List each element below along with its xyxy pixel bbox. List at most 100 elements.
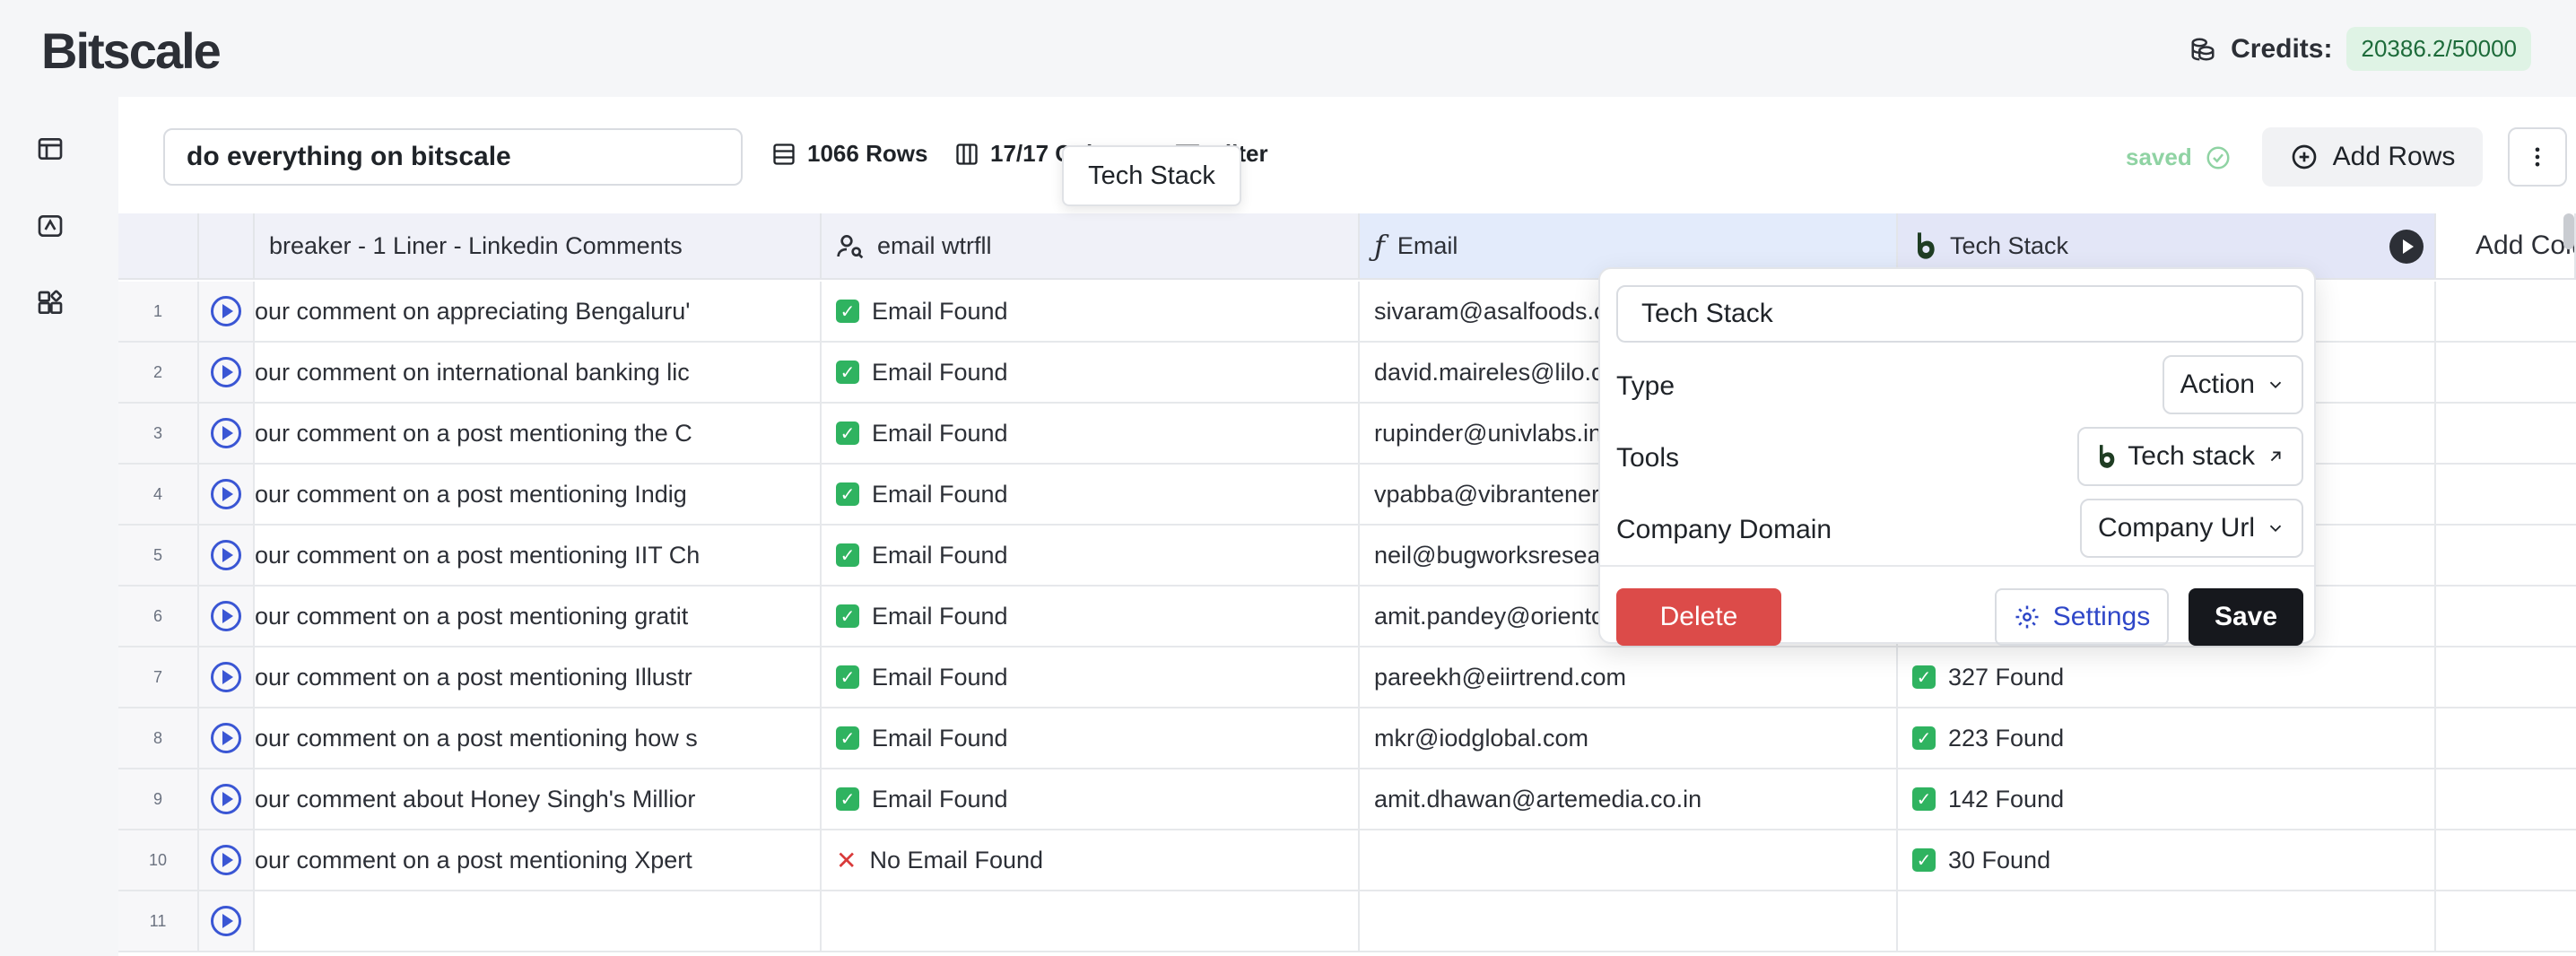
check-icon: ✓ <box>836 300 859 323</box>
chevron-down-icon <box>2269 525 2282 533</box>
email-wtrfll-cell[interactable]: ✓ Email Found <box>822 587 1360 646</box>
row-number: 1 <box>118 282 199 341</box>
table-icon[interactable] <box>36 135 65 163</box>
type-select[interactable]: Action <box>2162 355 2303 414</box>
add-rows-button[interactable]: Add Rows <box>2262 127 2483 187</box>
play-circle-icon <box>211 540 241 570</box>
run-row-button[interactable] <box>199 830 255 890</box>
check-icon: ✓ <box>1912 848 1936 872</box>
run-row-button[interactable] <box>199 587 255 646</box>
icebreaker-cell[interactable]: our comment on international banking lic <box>255 343 822 402</box>
popover-divider <box>1600 565 2314 567</box>
email-status: Email Found <box>872 663 1008 691</box>
header-email-wtrfll[interactable]: email wtrfll <box>822 213 1360 280</box>
email-cell[interactable]: mkr@iodglobal.com <box>1360 708 1898 768</box>
email-wtrfll-cell[interactable]: ✓ Email Found <box>822 769 1360 829</box>
company-domain-label: Company Domain <box>1616 515 1832 544</box>
email-wtrfll-cell[interactable] <box>822 891 1360 951</box>
icebreaker-cell[interactable]: our comment on a post mentioning gratit <box>255 587 822 646</box>
email-wtrfll-cell[interactable]: ✓ Email Found <box>822 404 1360 463</box>
check-icon: ✓ <box>1912 665 1936 689</box>
column-edit-popover: Tech Stack Type Action Tools Tech stack … <box>1598 267 2316 646</box>
run-row-button[interactable] <box>199 343 255 402</box>
rows-button[interactable]: 1066 Rows <box>771 140 927 168</box>
email-value: pareekh@eiirtrend.com <box>1374 663 1627 691</box>
icebreaker-text: our comment on a post mentioning Illustr <box>255 663 692 691</box>
company-domain-select[interactable]: Company Url <box>2079 499 2303 558</box>
run-row-button[interactable] <box>199 404 255 463</box>
save-button[interactable]: Save <box>2189 588 2303 646</box>
tech-stack-cell[interactable]: ✓ 30 Found <box>1898 830 2436 890</box>
icebreaker-text: our comment on a post mentioning Xpert <box>255 846 692 873</box>
empty-cell <box>2436 708 2576 768</box>
play-circle-icon <box>211 357 241 387</box>
run-row-button[interactable] <box>199 465 255 524</box>
icebreaker-text: our comment on a post mentioning the C <box>255 419 692 447</box>
empty-cell <box>2436 404 2576 463</box>
email-value: rupinder@univlabs.in <box>1374 419 1603 447</box>
user-search-icon <box>837 235 864 259</box>
email-wtrfll-cell[interactable]: ✓ Email Found <box>822 647 1360 707</box>
run-row-button[interactable] <box>199 891 255 951</box>
tools-row: Tools Tech stack <box>1616 427 2303 488</box>
icebreaker-cell[interactable]: our comment about Honey Singh's Millior <box>255 769 822 829</box>
table-row: 9 our comment about Honey Singh's Millior… <box>118 769 2576 830</box>
columns-icon <box>956 143 978 165</box>
tech-stack-cell[interactable] <box>1898 891 2436 951</box>
email-wtrfll-cell[interactable]: ✓ Email Found <box>822 465 1360 524</box>
header-icebreaker[interactable]: breaker - 1 Liner - Linkedin Comments <box>255 213 822 280</box>
email-cell[interactable]: amit.dhawan@artemedia.co.in <box>1360 769 1898 829</box>
bitscale-logo[interactable]: Bitscale <box>41 22 222 80</box>
run-row-button[interactable] <box>199 769 255 829</box>
icebreaker-cell[interactable]: our comment on a post mentioning Indig <box>255 465 822 524</box>
email-wtrfll-cell[interactable]: ✓ Email Found <box>822 526 1360 585</box>
run-row-button[interactable] <box>199 647 255 707</box>
tools-link[interactable]: Tech stack <box>2077 427 2303 486</box>
main-panel: do everything on bitscale 1066 Rows 17/1… <box>118 97 2576 956</box>
function-icon: ƒ <box>1374 229 1385 263</box>
email-cell[interactable] <box>1360 891 1898 951</box>
type-value: Action <box>2180 369 2255 399</box>
icebreaker-cell[interactable]: our comment on a post mentioning Illustr <box>255 647 822 707</box>
header-email-wtrfll-label: email wtrfll <box>877 231 992 259</box>
tech-stack-cell[interactable]: ✓ 223 Found <box>1898 708 2436 768</box>
email-cell[interactable] <box>1360 830 1898 890</box>
saved-indicator: saved <box>2126 143 2232 171</box>
tech-stack-cell[interactable]: ✓ 327 Found <box>1898 647 2436 707</box>
icebreaker-cell[interactable] <box>255 891 822 951</box>
icebreaker-cell[interactable]: our comment on a post mentioning how s <box>255 708 822 768</box>
book-open-icon[interactable] <box>36 212 65 240</box>
row-number: 4 <box>118 465 199 524</box>
row-number: 7 <box>118 647 199 707</box>
settings-button[interactable]: Settings <box>1995 588 2169 646</box>
email-wtrfll-cell[interactable]: ✓ Email Found <box>822 282 1360 341</box>
run-row-button[interactable] <box>199 526 255 585</box>
icebreaker-cell[interactable]: our comment on a post mentioning the C <box>255 404 822 463</box>
gear-icon <box>2015 605 2039 629</box>
icebreaker-cell[interactable]: our comment on a post mentioning IIT Ch <box>255 526 822 585</box>
more-options-button[interactable] <box>2508 127 2567 187</box>
icebreaker-cell[interactable]: our comment on a post mentioning Xpert <box>255 830 822 890</box>
company-domain-value: Company Url <box>2097 513 2255 543</box>
add-column-button[interactable]: Add Column <box>2436 213 2576 280</box>
tech-stack-cell[interactable]: ✓ 142 Found <box>1898 769 2436 829</box>
column-name-input[interactable]: Tech Stack <box>1616 285 2303 343</box>
row-number: 3 <box>118 404 199 463</box>
email-cell[interactable]: pareekh@eiirtrend.com <box>1360 647 1898 707</box>
run-column-button[interactable] <box>2389 230 2424 264</box>
icebreaker-cell[interactable]: our comment on appreciating Bengaluru' <box>255 282 822 341</box>
email-status: Email Found <box>872 419 1008 447</box>
run-row-button[interactable] <box>199 282 255 341</box>
row-number: 9 <box>118 769 199 829</box>
vertical-scrollbar[interactable] <box>2563 213 2574 249</box>
email-wtrfll-cell[interactable]: ✓ Email Found <box>822 708 1360 768</box>
email-wtrfll-cell[interactable]: ✕ No Email Found <box>822 830 1360 890</box>
email-wtrfll-cell[interactable]: ✓ Email Found <box>822 343 1360 402</box>
run-row-button[interactable] <box>199 708 255 768</box>
table-row: 10 our comment on a post mentioning Xpert… <box>118 830 2576 891</box>
sheet-name-input[interactable]: do everything on bitscale <box>163 128 743 186</box>
widgets-icon[interactable] <box>36 289 65 317</box>
header-rownum <box>118 213 199 280</box>
play-icon <box>2403 239 2414 254</box>
delete-button[interactable]: Delete <box>1616 588 1781 646</box>
